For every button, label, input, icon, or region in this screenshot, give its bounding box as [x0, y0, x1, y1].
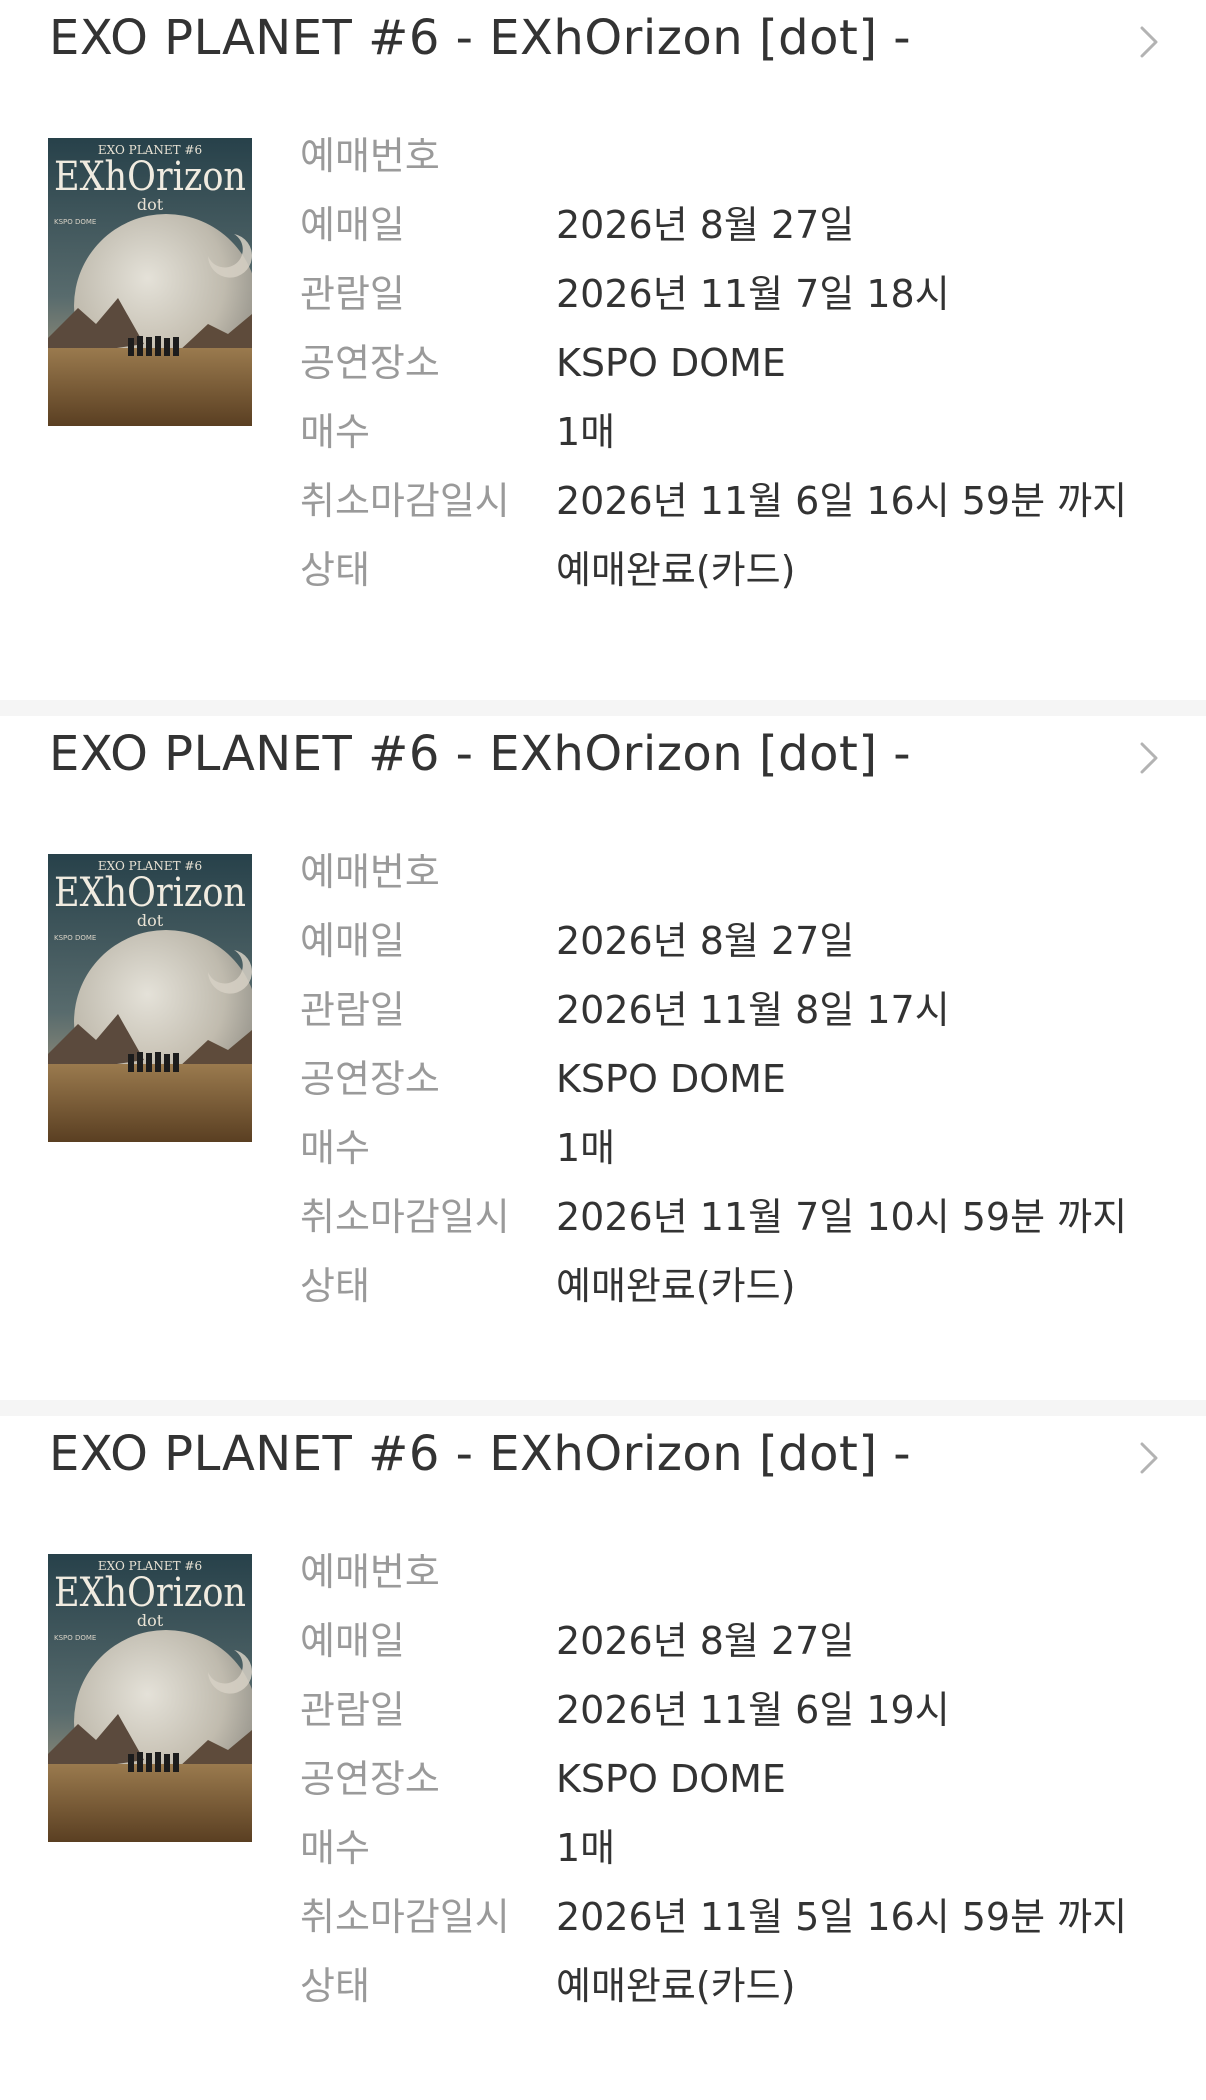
booking-title: EXO PLANET #6 - EXhOrizon [dot] - [49, 10, 912, 66]
detail-row: 예매번호 [300, 122, 1160, 191]
detail-value: 예매완료(카드) [556, 1964, 796, 2008]
detail-label: 공연장소 [300, 341, 440, 385]
chevron-right-icon[interactable] [1132, 22, 1164, 62]
detail-label: 예매일 [300, 919, 405, 963]
poster-artwork: EXO PLANET #6 EXhOrizon dot KSPO DOME [48, 854, 252, 1142]
detail-row: 예매번호 [300, 1538, 1160, 1607]
detail-row: 취소마감일시 2026년 11월 5일 16시 59분 까지 [300, 1883, 1160, 1952]
poster-sub-text: dot [137, 1611, 164, 1630]
detail-row: 관람일 2026년 11월 8일 17시 [300, 976, 1160, 1045]
detail-row: 예매일 2026년 8월 27일 [300, 907, 1160, 976]
detail-row: 취소마감일시 2026년 11월 6일 16시 59분 까지 [300, 467, 1160, 536]
detail-label: 매수 [300, 1826, 370, 1870]
detail-label: 공연장소 [300, 1757, 440, 1801]
detail-value: 2026년 11월 6일 16시 59분 까지 [556, 479, 1128, 523]
detail-value: 2026년 11월 7일 10시 59분 까지 [556, 1195, 1128, 1239]
booking-details: 예매번호 예매일 2026년 8월 27일 관람일 2026년 11월 7일 1… [300, 122, 1160, 605]
poster-artwork: EXO PLANET #6 EXhOrizon dot KSPO DOME [48, 138, 252, 426]
detail-value: 예매완료(카드) [556, 1264, 796, 1308]
booking-card: EXO PLANET #6 - EXhOrizon [dot] - EXO PL… [0, 1400, 1206, 2100]
detail-value: 2026년 11월 8일 17시 [556, 988, 950, 1032]
detail-value: 2026년 8월 27일 [556, 1619, 855, 1663]
detail-value: 2026년 11월 7일 18시 [556, 272, 950, 316]
detail-row: 매수 1매 [300, 1114, 1160, 1183]
detail-label: 취소마감일시 [300, 1895, 510, 1939]
detail-value: 2026년 11월 6일 19시 [556, 1688, 950, 1732]
detail-label: 상태 [300, 1264, 370, 1308]
poster-artwork: EXO PLANET #6 EXhOrizon dot KSPO DOME [48, 1554, 252, 1842]
booking-title: EXO PLANET #6 - EXhOrizon [dot] - [49, 726, 912, 782]
detail-row: 관람일 2026년 11월 7일 18시 [300, 260, 1160, 329]
detail-label: 관람일 [300, 1688, 405, 1732]
detail-label: 관람일 [300, 988, 405, 1032]
booking-title: EXO PLANET #6 - EXhOrizon [dot] - [49, 1426, 912, 1482]
poster-venue-text: KSPO DOME [54, 934, 96, 942]
detail-label: 매수 [300, 1126, 370, 1170]
detail-label: 예매번호 [300, 134, 440, 178]
detail-value: 1매 [556, 1126, 616, 1170]
booking-header-link[interactable]: EXO PLANET #6 - EXhOrizon [dot] - [0, 716, 1206, 836]
booking-details: 예매번호 예매일 2026년 8월 27일 관람일 2026년 11월 6일 1… [300, 1538, 1160, 2021]
poster-sub-text: dot [137, 195, 164, 214]
detail-value: KSPO DOME [556, 1057, 786, 1101]
booking-card: EXO PLANET #6 - EXhOrizon [dot] - EXO PL… [0, 0, 1206, 700]
detail-label: 예매일 [300, 1619, 405, 1663]
poster-venue-text: KSPO DOME [54, 218, 96, 226]
detail-row: 상태 예매완료(카드) [300, 536, 1160, 605]
detail-label: 예매일 [300, 203, 405, 247]
detail-label: 예매번호 [300, 1550, 440, 1594]
detail-label: 상태 [300, 1964, 370, 2008]
chevron-right-icon[interactable] [1132, 738, 1164, 778]
detail-value: 1매 [556, 410, 616, 454]
detail-row: 취소마감일시 2026년 11월 7일 10시 59분 까지 [300, 1183, 1160, 1252]
detail-row: 상태 예매완료(카드) [300, 1952, 1160, 2021]
detail-label: 취소마감일시 [300, 479, 510, 523]
chevron-right-icon[interactable] [1132, 1438, 1164, 1478]
detail-row: 공연장소 KSPO DOME [300, 1045, 1160, 1114]
detail-label: 관람일 [300, 272, 405, 316]
poster-sub-text: dot [137, 911, 164, 930]
detail-value: 예매완료(카드) [556, 548, 796, 592]
poster-thumbnail[interactable]: EXO PLANET #6 EXhOrizon dot KSPO DOME [48, 138, 252, 426]
detail-value: 2026년 8월 27일 [556, 919, 855, 963]
detail-value: KSPO DOME [556, 1757, 786, 1801]
detail-row: 예매번호 [300, 838, 1160, 907]
detail-label: 매수 [300, 410, 370, 454]
detail-label: 취소마감일시 [300, 1195, 510, 1239]
detail-row: 예매일 2026년 8월 27일 [300, 1607, 1160, 1676]
detail-row: 공연장소 KSPO DOME [300, 329, 1160, 398]
detail-value: 2026년 8월 27일 [556, 203, 855, 247]
booking-list: EXO PLANET #6 - EXhOrizon [dot] - EXO PL… [0, 0, 1206, 2100]
detail-row: 관람일 2026년 11월 6일 19시 [300, 1676, 1160, 1745]
detail-row: 예매일 2026년 8월 27일 [300, 191, 1160, 260]
poster-logo-text: EXhOrizon [54, 870, 246, 916]
poster-logo-text: EXhOrizon [54, 1570, 246, 1616]
detail-label: 공연장소 [300, 1057, 440, 1101]
detail-row: 매수 1매 [300, 1814, 1160, 1883]
booking-card: EXO PLANET #6 - EXhOrizon [dot] - EXO PL… [0, 700, 1206, 1400]
poster-thumbnail[interactable]: EXO PLANET #6 EXhOrizon dot KSPO DOME [48, 854, 252, 1142]
detail-value: 1매 [556, 1826, 616, 1870]
detail-label: 예매번호 [300, 850, 440, 894]
poster-logo-text: EXhOrizon [54, 154, 246, 200]
detail-row: 공연장소 KSPO DOME [300, 1745, 1160, 1814]
booking-header-link[interactable]: EXO PLANET #6 - EXhOrizon [dot] - [0, 1416, 1206, 1536]
detail-label: 상태 [300, 548, 370, 592]
detail-value: 2026년 11월 5일 16시 59분 까지 [556, 1895, 1128, 1939]
detail-row: 상태 예매완료(카드) [300, 1252, 1160, 1321]
poster-venue-text: KSPO DOME [54, 1634, 96, 1642]
detail-row: 매수 1매 [300, 398, 1160, 467]
detail-value: KSPO DOME [556, 341, 786, 385]
poster-thumbnail[interactable]: EXO PLANET #6 EXhOrizon dot KSPO DOME [48, 1554, 252, 1842]
booking-details: 예매번호 예매일 2026년 8월 27일 관람일 2026년 11월 8일 1… [300, 838, 1160, 1321]
booking-header-link[interactable]: EXO PLANET #6 - EXhOrizon [dot] - [0, 0, 1206, 120]
